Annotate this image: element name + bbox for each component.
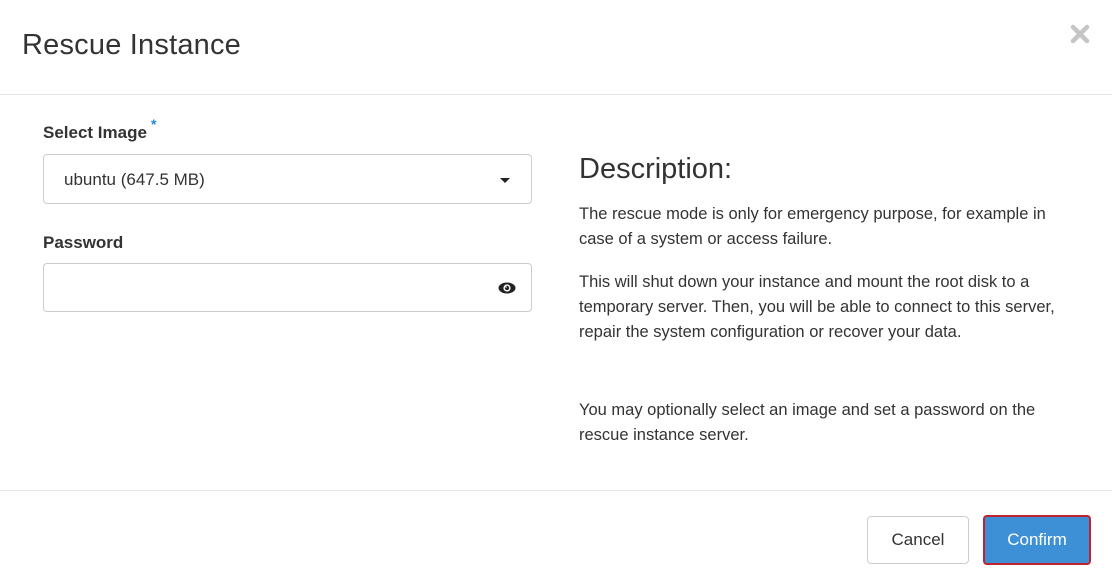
- close-icon: [1070, 24, 1090, 44]
- password-field-wrapper: [43, 263, 532, 312]
- password-label: Password: [43, 233, 124, 252]
- cancel-button[interactable]: Cancel: [867, 516, 969, 564]
- eye-icon[interactable]: [498, 282, 516, 294]
- caret-down-icon: [500, 178, 510, 183]
- image-select[interactable]: ubuntu (647.5 MB): [43, 154, 532, 204]
- modal-title: Rescue Instance: [22, 29, 242, 61]
- password-input[interactable]: [45, 265, 485, 310]
- modal-footer: Cancel Confirm: [0, 490, 1112, 583]
- description-paragraph-3: You may optionally select an image and s…: [579, 401, 1036, 444]
- description-paragraph-1: The rescue mode is only for emergency pu…: [579, 205, 1046, 248]
- select-image-label: Select Image *: [43, 116, 156, 143]
- image-select-value: ubuntu (647.5 MB): [64, 170, 205, 189]
- select-image-label-text: Select Image: [43, 123, 147, 142]
- modal-header: Rescue Instance: [0, 0, 1112, 95]
- close-button[interactable]: [1068, 22, 1092, 46]
- description-title: Description:: [579, 153, 733, 185]
- modal-body: Select Image * ubuntu (647.5 MB) Password…: [0, 96, 1112, 490]
- description-paragraph-2: This will shut down your instance and mo…: [579, 273, 1055, 341]
- confirm-button[interactable]: Confirm: [983, 515, 1091, 565]
- rescue-instance-modal: Rescue Instance Select Image * ubuntu (64…: [0, 0, 1112, 583]
- required-marker: *: [150, 116, 157, 132]
